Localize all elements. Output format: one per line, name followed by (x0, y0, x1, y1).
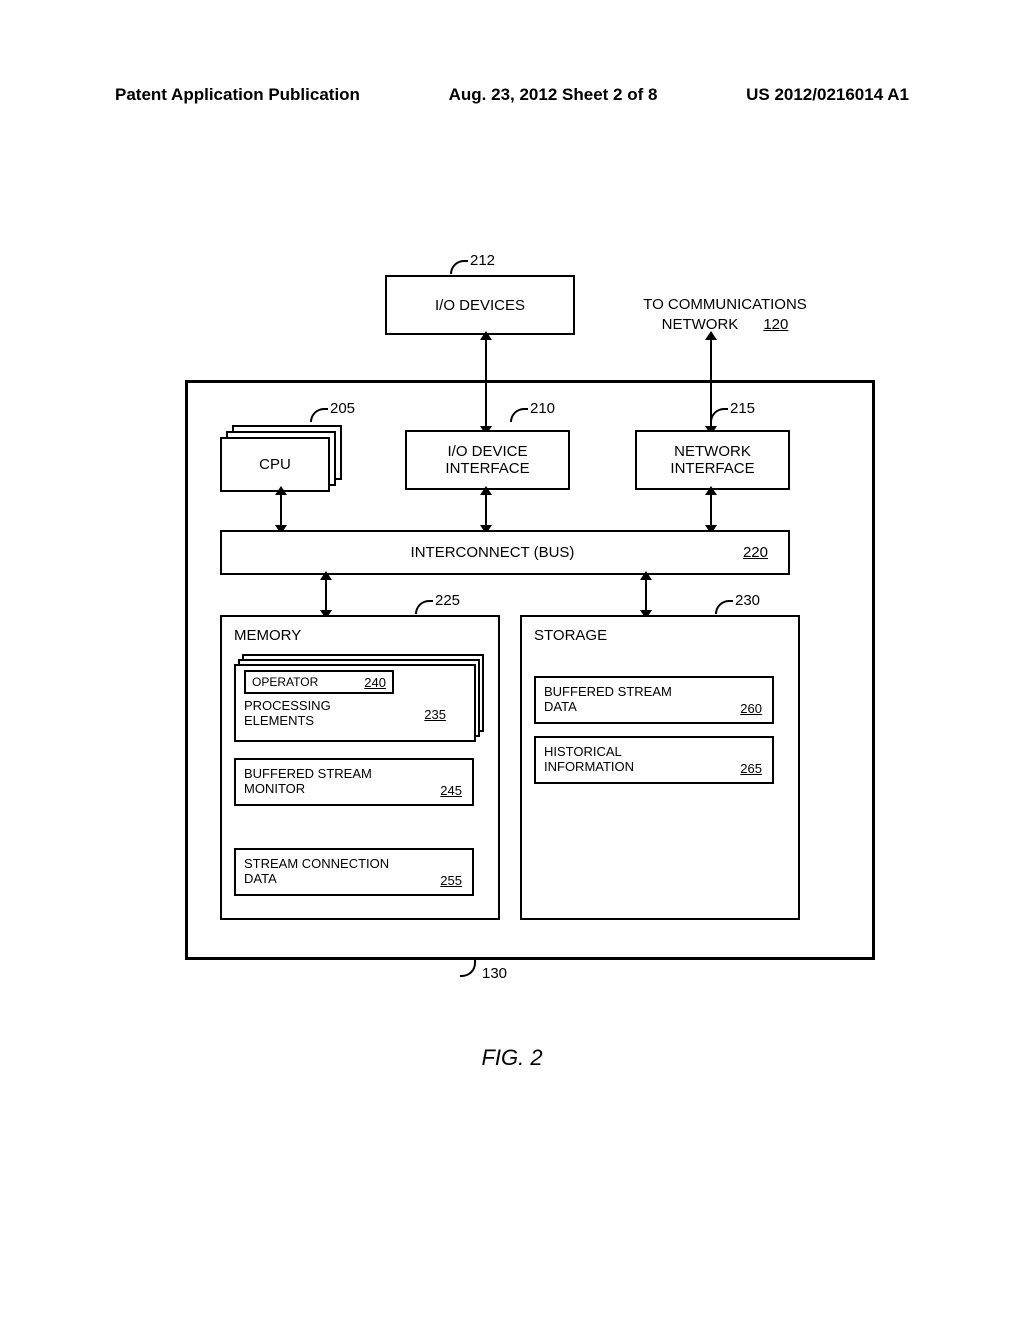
io-intf-ref: 210 (530, 400, 555, 417)
to-comm-line1: TO COMMUNICATIONS (610, 295, 840, 315)
hist-line1: HISTORICAL (544, 744, 764, 759)
main-box-ref-callout: 130 (460, 965, 507, 982)
io-intf-line2: INTERFACE (445, 460, 529, 477)
figure-caption: FIG. 2 (0, 1045, 1024, 1071)
to-comm-line2: NETWORK (662, 316, 739, 333)
net-intf-line2: INTERFACE (670, 460, 754, 477)
memory-ref: 225 (435, 592, 460, 609)
storage-ref: 230 (735, 592, 760, 609)
memory-box: MEMORY OPERATOR 240 PROCESSING ELEMENTS … (220, 615, 500, 920)
pe-line2: ELEMENTS (244, 713, 314, 728)
arrow-iointf-bus (485, 493, 487, 527)
header-right: US 2012/0216014 A1 (746, 85, 909, 105)
bsd-line1: BUFFERED STREAM (544, 684, 764, 699)
io-device-interface-box: I/O DEVICE INTERFACE (405, 430, 570, 490)
historical-information-box: HISTORICAL INFORMATION 265 (534, 736, 774, 784)
interconnect-ref: 220 (743, 544, 768, 561)
io-devices-box: I/O DEVICES (385, 275, 575, 335)
to-comm-label: TO COMMUNICATIONS NETWORK 120 (610, 295, 840, 334)
bsd-ref: 260 (740, 701, 762, 716)
cpu-ref: 205 (330, 400, 355, 417)
storage-title: STORAGE (534, 627, 607, 644)
bsm-line1: BUFFERED STREAM (244, 766, 464, 781)
arrow-bus-memory (325, 578, 327, 612)
to-comm-ref: 120 (763, 316, 788, 333)
operator-ref: 240 (364, 675, 386, 690)
header-left: Patent Application Publication (115, 85, 360, 105)
bsd-line2: DATA (544, 699, 764, 714)
buffered-stream-data-box: BUFFERED STREAM DATA 260 (534, 676, 774, 724)
storage-box: STORAGE BUFFERED STREAM DATA 260 HISTORI… (520, 615, 800, 920)
hist-line2: INFORMATION (544, 759, 764, 774)
cpu-stack: CPU (220, 425, 340, 490)
scd-line2: DATA (244, 871, 464, 886)
net-intf-line1: NETWORK (674, 443, 751, 460)
arrow-netintf-bus (710, 493, 712, 527)
ref-tick (450, 260, 468, 274)
scd-line1: STREAM CONNECTION (244, 856, 464, 871)
io-devices-ref: 212 (470, 252, 495, 269)
interconnect-box: INTERCONNECT (BUS) 220 (220, 530, 790, 575)
pe-line1: PROCESSING (244, 698, 331, 713)
bsm-line2: MONITOR (244, 781, 464, 796)
bsm-ref: 245 (440, 783, 462, 798)
buffered-stream-monitor-box: BUFFERED STREAM MONITOR 245 (234, 758, 474, 806)
diagram: I/O DEVICES 212 TO COMMUNICATIONS NETWOR… (115, 250, 905, 1030)
network-interface-box: NETWORK INTERFACE (635, 430, 790, 490)
scd-ref: 255 (440, 873, 462, 888)
net-intf-ref: 215 (730, 400, 755, 417)
io-devices-label: I/O DEVICES (435, 297, 525, 314)
interconnect-label: INTERCONNECT (BUS) (242, 544, 743, 561)
hist-ref: 265 (740, 761, 762, 776)
main-box-ref: 130 (482, 965, 507, 982)
operator-label: OPERATOR (252, 675, 318, 689)
header-mid: Aug. 23, 2012 Sheet 2 of 8 (449, 85, 658, 105)
processing-elements-stack: OPERATOR 240 PROCESSING ELEMENTS 235 (234, 654, 482, 744)
operator-box: OPERATOR 240 (244, 670, 394, 694)
arrow-bus-storage (645, 578, 647, 612)
pe-ref: 235 (424, 707, 446, 722)
memory-title: MEMORY (234, 627, 301, 644)
cpu-label: CPU (259, 456, 291, 473)
stream-connection-data-box: STREAM CONNECTION DATA 255 (234, 848, 474, 896)
io-intf-line1: I/O DEVICE (447, 443, 527, 460)
arrow-cpu-bus (280, 493, 282, 527)
